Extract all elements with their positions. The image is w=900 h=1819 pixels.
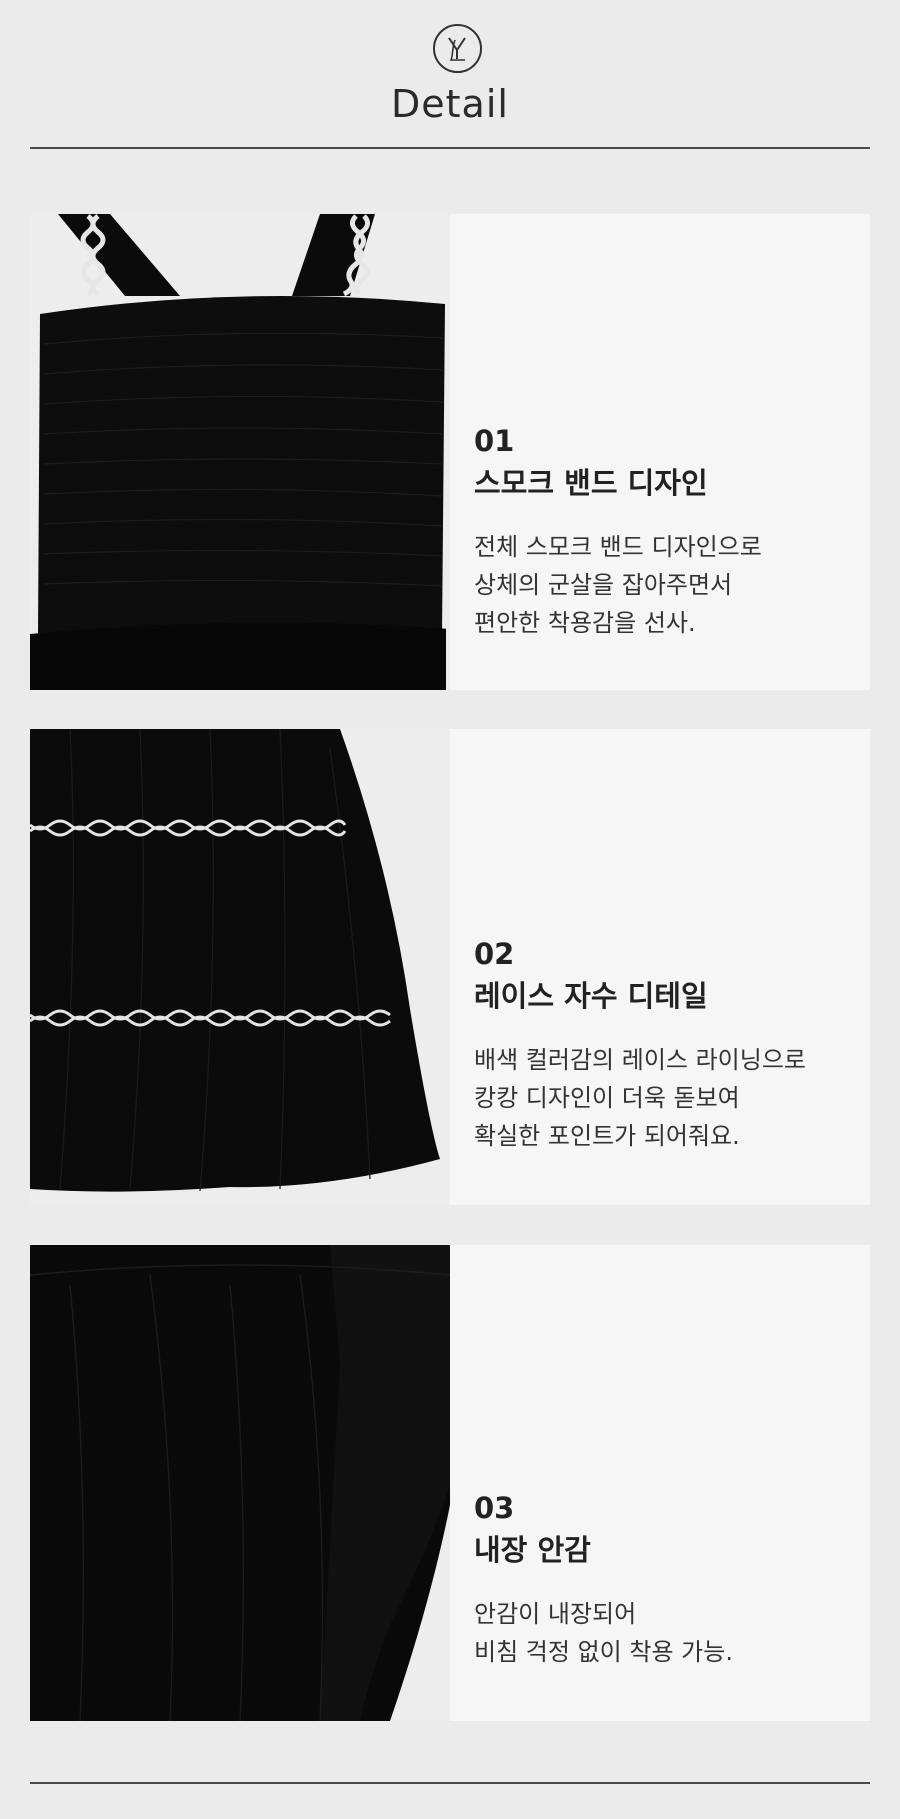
detail-text-panel: 02 레이스 자수 디테일 배색 컬러감의 레이스 라이닝으로 캉캉 디자인이 …: [450, 729, 870, 1205]
section-number: 03: [474, 1491, 515, 1525]
section-description-line-1: 배색 컬러감의 레이스 라이닝으로: [474, 1046, 807, 1074]
smocked-bodice-photo: [30, 214, 450, 690]
detail-section-3: 03 내장 안감 안감이 내장되어 비침 걱정 없이 착용 가능.: [30, 1245, 870, 1721]
logo-monogram-icon: [448, 37, 466, 61]
page-header: Detail: [0, 0, 900, 150]
header-divider: [30, 147, 870, 149]
footer-divider: [30, 1782, 870, 1784]
detail-section-2: 02 레이스 자수 디테일 배색 컬러감의 레이스 라이닝으로 캉캉 디자인이 …: [30, 729, 870, 1205]
brand-logo: [433, 24, 482, 73]
section-description-line-2: 비침 걱정 없이 착용 가능.: [474, 1638, 733, 1666]
section-number: 01: [474, 424, 515, 458]
section-description-line-1: 안감이 내장되어: [474, 1600, 637, 1628]
section-title: 내장 안감: [474, 1533, 591, 1567]
detail-section-1: 01 스모크 밴드 디자인 전체 스모크 밴드 디자인으로 상체의 군살을 잡아…: [30, 214, 870, 690]
section-title: 레이스 자수 디테일: [474, 979, 708, 1013]
section-number: 02: [474, 937, 515, 971]
lining-photo: [30, 1245, 450, 1721]
lace-skirt-photo: [30, 729, 450, 1205]
page-title: Detail: [391, 82, 509, 126]
section-title: 스모크 밴드 디자인: [474, 466, 708, 500]
detail-text-panel: 01 스모크 밴드 디자인 전체 스모크 밴드 디자인으로 상체의 군살을 잡아…: [450, 214, 870, 690]
section-description-line-3: 확실한 포인트가 되어줘요.: [474, 1122, 740, 1150]
section-description-line-1: 전체 스모크 밴드 디자인으로: [474, 533, 762, 561]
section-description-line-3: 편안한 착용감을 선사.: [474, 609, 696, 637]
section-description-line-2: 캉캉 디자인이 더욱 돋보여: [474, 1084, 740, 1112]
detail-text-panel: 03 내장 안감 안감이 내장되어 비침 걱정 없이 착용 가능.: [450, 1245, 870, 1721]
section-description-line-2: 상체의 군살을 잡아주면서: [474, 571, 733, 599]
